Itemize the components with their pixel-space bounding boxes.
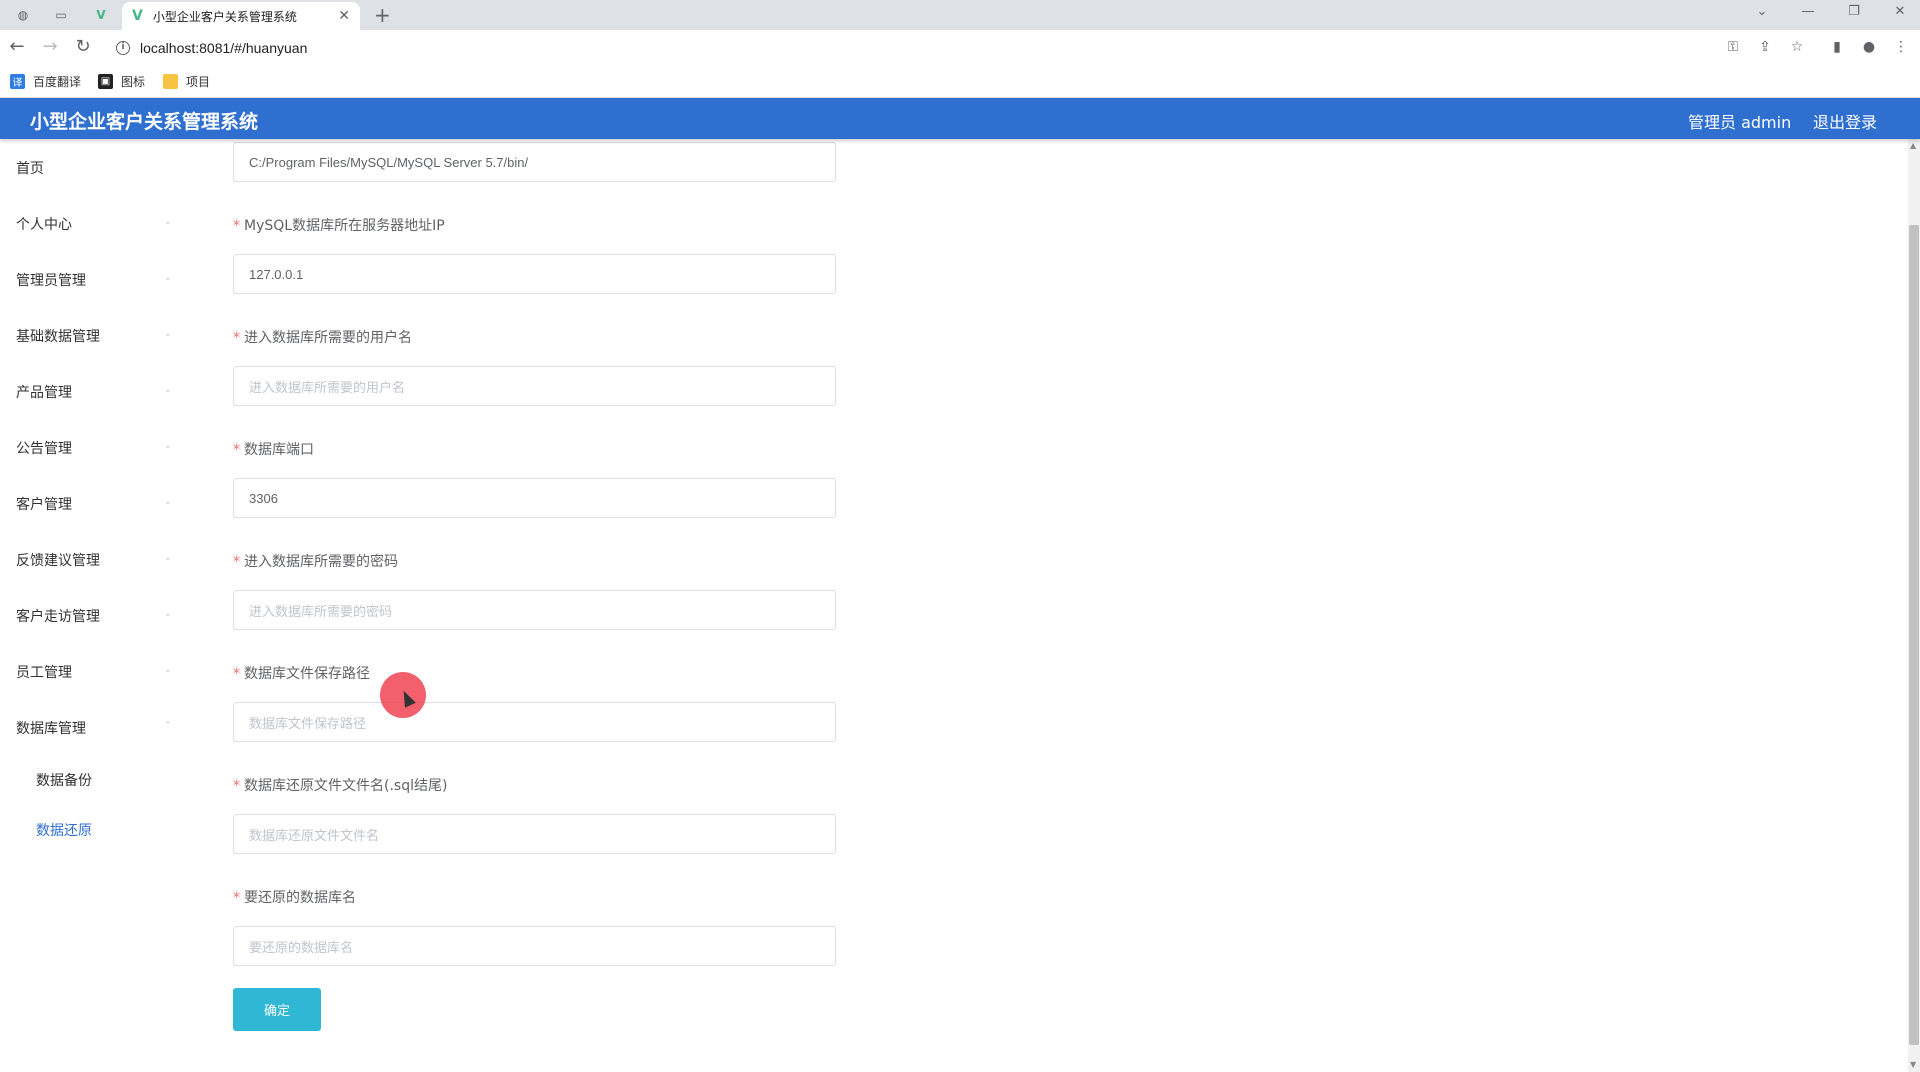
sidebar-item-data-restore[interactable]: 数据还原 [36, 820, 92, 840]
app-title: 小型企业客户关系管理系统 [30, 111, 259, 133]
sidebar-item-home[interactable]: 首页 [16, 158, 44, 178]
info-icon[interactable]: i [116, 41, 130, 55]
scrollbar-thumb[interactable] [1909, 225, 1919, 1045]
field-label-text: 进入数据库所需要的用户名 [244, 330, 412, 346]
chevron-down-icon: ⌄ [164, 217, 172, 227]
confirm-button[interactable]: 确定 [233, 988, 321, 1031]
tab-search-icon[interactable]: ⌄ [1752, 4, 1772, 19]
url-field[interactable]: i localhost:8081/#/huanyuan [108, 33, 1748, 63]
sidebar-item-customer-visit[interactable]: 客户走访管理 [16, 606, 100, 626]
sidebar-item-basic-data[interactable]: 基础数据管理 [16, 326, 100, 346]
sidebar-item-notice[interactable]: 公告管理 [16, 438, 72, 458]
close-tab-icon[interactable]: ✕ [338, 8, 350, 24]
bookmark-label: 百度翻译 [33, 75, 82, 89]
chevron-up-icon: ⌃ [164, 721, 172, 731]
forward-icon[interactable]: → [39, 37, 61, 57]
chevron-down-icon: ⌄ [164, 609, 172, 619]
bookmark-icons[interactable]: ▣ 图标 [98, 73, 145, 90]
folder-icon [163, 74, 178, 89]
vue-favicon-icon: V [132, 8, 143, 24]
chevron-down-icon: ⌄ [164, 441, 172, 451]
port-input[interactable]: 3306 [233, 478, 836, 518]
scroll-up-icon[interactable]: ▲ [1910, 141, 1916, 150]
admin-label: 管理员 admin [1688, 113, 1792, 132]
profile-icon[interactable]: ● [1859, 39, 1879, 55]
image-icon: ▣ [98, 74, 113, 89]
field-label-text: MySQL数据库所在服务器地址IP [244, 218, 445, 234]
field-label-password: * 进入数据库所需要的密码 [233, 551, 398, 571]
field-label-database-name: * 要还原的数据库名 [233, 887, 356, 907]
blank-tab-icon[interactable]: ▭ [50, 4, 72, 26]
star-icon[interactable]: ☆ [1787, 39, 1807, 55]
chevron-down-icon: ⌄ [164, 273, 172, 283]
required-mark: * [233, 330, 240, 346]
back-icon[interactable]: ← [6, 37, 28, 57]
url-text: localhost:8081/#/huanyuan [140, 40, 308, 56]
required-mark: * [233, 554, 240, 570]
key-icon[interactable]: ⚿ [1723, 39, 1743, 55]
chevron-down-icon: ⌄ [164, 553, 172, 563]
required-mark: * [233, 778, 240, 794]
close-window-icon[interactable]: ✕ [1890, 4, 1910, 19]
field-label-port: * 数据库端口 [233, 439, 314, 459]
bookmark-label: 项目 [186, 75, 211, 89]
logout-link[interactable]: 退出登录 [1813, 109, 1877, 133]
sidebar: 首页 个人中心 ⌄ 管理员管理 ⌄ 基础数据管理 ⌄ 产品管理 ⌄ 公告管理 ⌄… [0, 139, 190, 1072]
bookmarks-bar: 译 百度翻译 ▣ 图标 项目 [0, 66, 1920, 98]
reload-icon[interactable]: ↻ [72, 37, 94, 57]
required-mark: * [233, 442, 240, 458]
sidebar-item-customer[interactable]: 客户管理 [16, 494, 72, 514]
field-label-restore-file: * 数据库还原文件文件名(.sql结尾) [233, 775, 447, 795]
field-label-text: 数据库文件保存路径 [244, 666, 370, 682]
sidebar-item-employee[interactable]: 员工管理 [16, 662, 72, 682]
bookmark-baidu-translate[interactable]: 译 百度翻译 [10, 73, 81, 90]
sidebar-item-database[interactable]: 数据库管理 [16, 718, 86, 738]
vue-tab-icon[interactable]: V [90, 4, 112, 26]
chevron-down-icon: ⌄ [164, 329, 172, 339]
field-label-text: 数据库还原文件文件名(.sql结尾) [244, 778, 448, 794]
bookmark-label: 图标 [121, 75, 146, 89]
scroll-down-icon[interactable]: ▼ [1910, 1060, 1916, 1069]
server-ip-input[interactable]: 127.0.0.1 [233, 254, 836, 294]
sidebar-item-feedback[interactable]: 反馈建议管理 [16, 550, 100, 570]
chevron-down-icon: ⌄ [164, 497, 172, 507]
sidebar-item-data-backup[interactable]: 数据备份 [36, 770, 92, 790]
field-label-text: 进入数据库所需要的密码 [244, 554, 398, 570]
field-label-save-path: * 数据库文件保存路径 [233, 663, 370, 683]
app-header: 小型企业客户关系管理系统 管理员 admin 退出登录 [0, 98, 1920, 139]
sidebar-item-product[interactable]: 产品管理 [16, 382, 72, 402]
tab-title: 小型企业客户关系管理系统 [152, 9, 297, 24]
translate-icon: 译 [10, 74, 25, 89]
side-panel-icon[interactable]: ▮ [1827, 39, 1847, 55]
restore-icon[interactable]: ❐ [1844, 4, 1864, 19]
required-mark: * [233, 666, 240, 682]
share-icon[interactable]: ⇪ [1755, 39, 1775, 55]
sidebar-item-admin-management[interactable]: 管理员管理 [16, 270, 86, 290]
bookmark-project[interactable]: 项目 [163, 73, 210, 90]
required-mark: * [233, 218, 240, 234]
chevron-down-icon: ⌄ [164, 665, 172, 675]
new-tab-icon[interactable]: + [374, 3, 391, 27]
username-input[interactable]: 进入数据库所需要的用户名 [233, 366, 836, 406]
browser-tab-bar: ◍ ▭ V V 小型企业客户关系管理系统 ✕ + ⌄ — ❐ ✕ [0, 0, 1920, 30]
save-path-input[interactable]: 数据库文件保存路径 [233, 702, 836, 742]
globe-icon[interactable]: ◍ [12, 4, 34, 26]
restore-file-input[interactable]: 数据库还原文件文件名 [233, 814, 836, 854]
field-label-text: 数据库端口 [244, 442, 314, 458]
menu-icon[interactable]: ⋮ [1891, 39, 1911, 55]
required-mark: * [233, 890, 240, 906]
field-label-server-ip: * MySQL数据库所在服务器地址IP [233, 215, 445, 235]
field-label-text: 要还原的数据库名 [244, 890, 356, 906]
database-name-input[interactable]: 要还原的数据库名 [233, 926, 836, 966]
mysql-bin-path-input[interactable]: C:/Program Files/MySQL/MySQL Server 5.7/… [233, 142, 836, 182]
browser-active-tab[interactable]: V 小型企业客户关系管理系统 ✕ [122, 2, 360, 30]
password-input[interactable]: 进入数据库所需要的密码 [233, 590, 836, 630]
chevron-down-icon: ⌄ [164, 385, 172, 395]
field-label-username: * 进入数据库所需要的用户名 [233, 327, 412, 347]
address-bar-row: ← → ↻ i localhost:8081/#/huanyuan ⚿ ⇪ ☆ … [0, 30, 1920, 66]
minimize-icon[interactable]: — [1798, 4, 1818, 19]
sidebar-item-personal-center[interactable]: 个人中心 [16, 214, 72, 234]
